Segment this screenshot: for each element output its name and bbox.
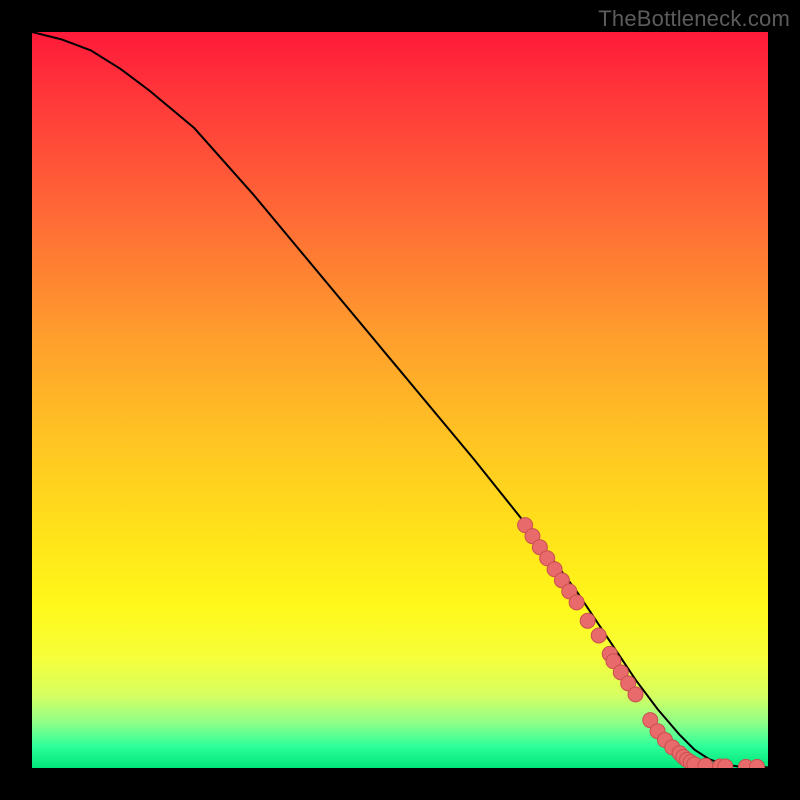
data-marker <box>569 595 584 610</box>
chart-svg <box>32 32 768 768</box>
data-marker <box>580 613 595 628</box>
watermark-text: TheBottleneck.com <box>598 6 790 32</box>
plot-area <box>32 32 768 768</box>
data-marker <box>591 628 606 643</box>
data-marker <box>628 687 643 702</box>
data-marker <box>749 759 764 768</box>
data-markers <box>518 518 765 768</box>
chart-frame: TheBottleneck.com <box>0 0 800 800</box>
bottleneck-curve <box>32 32 768 767</box>
